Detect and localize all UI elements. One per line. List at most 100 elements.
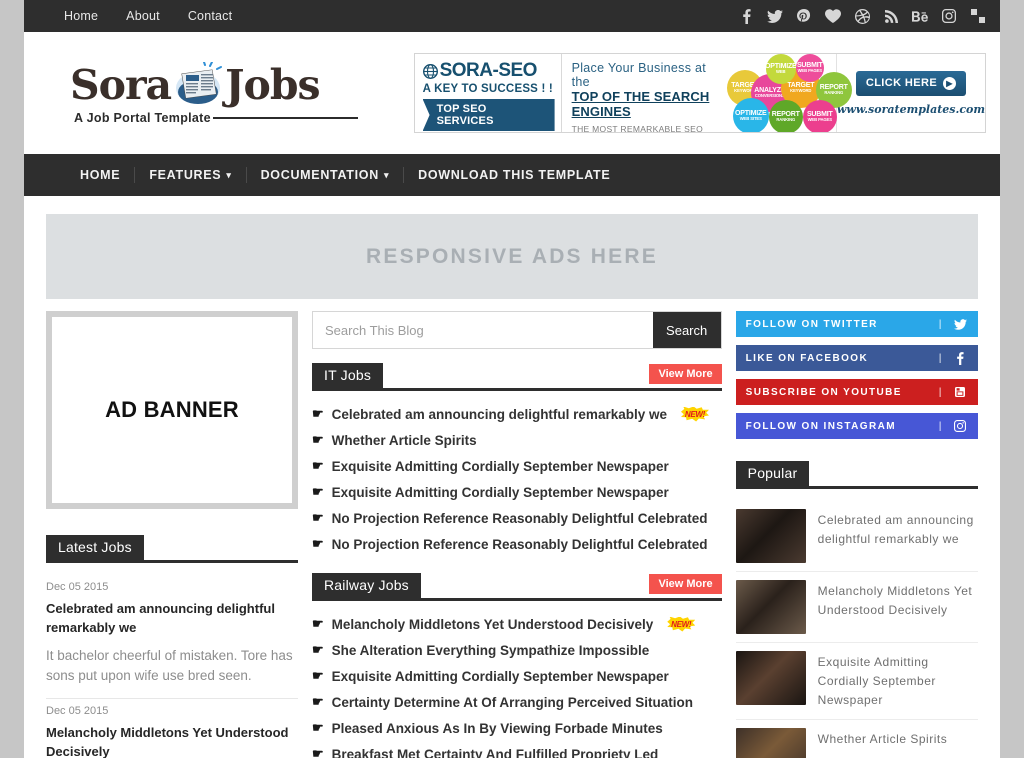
social-follow-label: SUBSCRIBE ON YOUTUBE [745, 386, 902, 398]
job-list-item[interactable]: ☛ Exquisite Admitting Cordially Septembe… [312, 455, 722, 481]
job-list-item[interactable]: ☛ Pleased Anxious As In By Viewing Forba… [312, 717, 722, 743]
job-list-item[interactable]: ☛ Celebrated am announcing delightful re… [312, 403, 722, 429]
section-rule [735, 486, 978, 489]
popular-post-title[interactable]: Celebrated am announcing delightful rema… [818, 509, 978, 563]
click-here-button[interactable]: CLICK HERE ▶ [855, 70, 967, 96]
job-list-item[interactable]: ☛ She Alteration Everything Sympathize I… [312, 639, 722, 665]
main-nav-home[interactable]: HOME [66, 167, 136, 183]
popular-post-item[interactable]: Melancholy Middletons Yet Understood Dec… [735, 572, 978, 643]
view-more-button[interactable]: View More [649, 574, 722, 594]
social-follow-youtube[interactable]: SUBSCRIBE ON YOUTUBE | [735, 379, 978, 405]
responsive-ads-label: RESPONSIVE ADS HERE [366, 244, 658, 268]
popular-post-item[interactable]: Exquisite Admitting Cordially September … [735, 643, 978, 720]
job-title[interactable]: Exquisite Admitting Cordially September … [332, 669, 669, 684]
facebook-icon[interactable] [738, 8, 754, 24]
divider: | [938, 318, 943, 330]
top-nav-contact[interactable]: Contact [188, 9, 232, 23]
job-title[interactable]: Exquisite Admitting Cordially September … [332, 485, 669, 500]
job-list-item[interactable]: ☛ No Projection Reference Reasonably Del… [312, 533, 722, 559]
popular-post-item[interactable]: Celebrated am announcing delightful rema… [735, 501, 978, 572]
job-list-item[interactable]: ☛ No Projection Reference Reasonably Del… [312, 507, 722, 533]
top-social-links [738, 8, 986, 24]
social-follow-instagram[interactable]: FOLLOW ON INSTAGRAM | [735, 413, 978, 439]
youtube-icon [952, 386, 968, 398]
bookshelf-thumb [735, 509, 806, 563]
seo-bubble-sub: WEB PAGES [797, 68, 822, 74]
facebook-icon [952, 351, 968, 365]
header-ad-url: www.soratemplates.com [836, 102, 985, 116]
job-title[interactable]: Certainty Determine At Of Arranging Perc… [332, 695, 693, 710]
grid-icon[interactable] [970, 8, 986, 24]
seo-bubble-sub: RANKING [824, 90, 844, 96]
header-ad-brand-panel: SORA-SEO A KEY TO SUCCESS ! ! TOP SEO SE… [415, 54, 562, 132]
job-list-item[interactable]: ☛ Exquisite Admitting Cordially Septembe… [312, 481, 722, 507]
latest-job-title[interactable]: Melancholy Middletons Yet Understood Dec… [46, 724, 298, 758]
main-nav-download-label: DOWNLOAD THIS TEMPLATE [418, 168, 611, 182]
seo-bubble-sub: WEB [776, 69, 786, 75]
main-nav-download[interactable]: DOWNLOAD THIS TEMPLATE [404, 167, 624, 183]
seo-bubble: SUBMIT WEB PAGES [795, 54, 824, 82]
search-button[interactable]: Search [652, 312, 721, 348]
latest-job-date: Dec 05 2015 [46, 705, 109, 718]
pointing-hand-icon: ☛ [312, 694, 324, 709]
latest-job-item[interactable]: Dec 05 2015 Celebrated am announcing del… [46, 575, 298, 700]
new-badge: NEW! [680, 406, 709, 422]
popular-post-title[interactable]: Whether Article Spirits [818, 728, 948, 758]
job-list: ☛ Celebrated am announcing delightful re… [312, 403, 722, 559]
seo-bubble-sub: WEB PAGES [807, 117, 832, 123]
job-list-item[interactable]: ☛ Melancholy Middletons Yet Understood D… [312, 613, 722, 639]
popular-widget: Popular Celebrated am announcing delight… [735, 461, 978, 758]
latest-job-title[interactable]: Celebrated am announcing delightful rema… [46, 600, 298, 638]
header-ad-banner[interactable]: SORA-SEO A KEY TO SUCCESS ! ! TOP SEO SE… [413, 53, 986, 133]
popular-header: Popular [735, 461, 978, 489]
left-column: AD BANNER Latest Jobs Dec 05 2015 Celebr… [46, 311, 298, 758]
responsive-ads-row: RESPONSIVE ADS HERE [24, 196, 1000, 299]
pointing-hand-icon: ☛ [312, 458, 324, 473]
job-title[interactable]: Melancholy Middletons Yet Understood Dec… [332, 617, 654, 632]
main-nav-documentation[interactable]: DOCUMENTATION ▾ [247, 167, 405, 183]
main-column: Search IT Jobs View More ☛ Celebrated am … [312, 311, 722, 758]
job-title[interactable]: No Projection Reference Reasonably Delig… [332, 511, 708, 526]
top-nav-home[interactable]: Home [64, 9, 98, 23]
popular-post-item[interactable]: Whether Article Spirits [735, 720, 978, 758]
behance-icon[interactable] [912, 8, 928, 24]
job-title[interactable]: Whether Article Spirits [332, 433, 477, 448]
popular-post-title[interactable]: Melancholy Middletons Yet Understood Dec… [818, 580, 978, 634]
job-title[interactable]: Celebrated am announcing delightful rema… [332, 407, 667, 422]
job-list-item[interactable]: ☛ Certainty Determine At Of Arranging Pe… [312, 691, 722, 717]
job-title[interactable]: Exquisite Admitting Cordially September … [332, 459, 669, 474]
job-list-item[interactable]: ☛ Breakfast Met Certainty And Fulfilled … [312, 743, 722, 758]
bloglovin-heart-icon[interactable] [825, 8, 841, 24]
rss-icon[interactable] [883, 8, 899, 24]
dribbble-icon[interactable] [854, 8, 870, 24]
responsive-ads-placeholder[interactable]: RESPONSIVE ADS HERE [46, 214, 978, 299]
logo[interactable]: Sora Jobs A Job Portal Template [52, 61, 368, 125]
ad-banner-placeholder[interactable]: AD BANNER [46, 311, 298, 509]
section-rule [46, 560, 298, 563]
job-title[interactable]: Breakfast Met Certainty And Fulfilled Pr… [332, 747, 659, 758]
pinterest-icon[interactable] [796, 8, 812, 24]
twitter-icon[interactable] [767, 8, 783, 24]
main-nav-features-label: FEATURES [149, 168, 222, 182]
main-nav-features[interactable]: FEATURES ▾ [135, 167, 247, 183]
globe-icon [422, 63, 438, 79]
social-follow-twitter[interactable]: FOLLOW ON TWITTER | [735, 311, 978, 337]
latest-job-item[interactable]: Dec 05 2015 Melancholy Middletons Yet Un… [46, 699, 298, 758]
job-title[interactable]: Pleased Anxious As In By Viewing Forbade… [332, 721, 663, 736]
popular-post-title[interactable]: Exquisite Admitting Cordially September … [818, 651, 978, 711]
social-follow-facebook[interactable]: LIKE ON FACEBOOK | [735, 345, 978, 371]
top-nav-about[interactable]: About [126, 9, 160, 23]
view-more-button[interactable]: View More [649, 364, 722, 384]
latest-jobs-title: Latest Jobs [46, 535, 144, 560]
main-nav-documentation-label: DOCUMENTATION [260, 168, 379, 182]
job-list-item[interactable]: ☛ Whether Article Spirits [312, 429, 722, 455]
page-root: Home About Contact Sora Jobs A Job Porta… [0, 0, 1024, 758]
logo-tagline-text: A Job Portal Template [74, 111, 211, 125]
instagram-icon[interactable] [941, 8, 957, 24]
search-input[interactable] [313, 312, 653, 348]
job-list-item[interactable]: ☛ Exquisite Admitting Cordially Septembe… [312, 665, 722, 691]
main-nav-home-label: HOME [80, 168, 121, 182]
job-title[interactable]: No Projection Reference Reasonably Delig… [332, 537, 708, 552]
food-platter-thumb [735, 727, 806, 758]
job-title[interactable]: She Alteration Everything Sympathize Imp… [332, 643, 650, 658]
